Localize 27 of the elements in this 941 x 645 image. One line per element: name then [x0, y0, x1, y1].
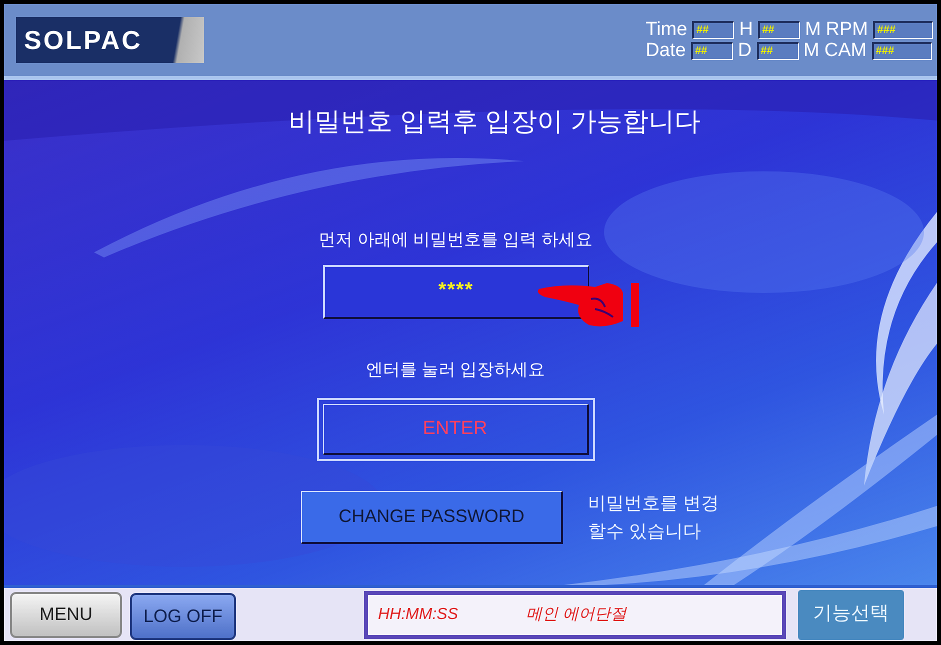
- readout-value: ##: [756, 42, 799, 60]
- readout-value: ###: [873, 20, 933, 38]
- page-title: 비밀번호 입력후 입장이 가능합니다: [288, 105, 700, 138]
- readout-label: RPM: [826, 20, 868, 40]
- readout-label: CAM: [824, 40, 867, 60]
- unit-label: M: [804, 40, 820, 60]
- status-time: HH:MM:SS: [378, 604, 458, 624]
- readout-value: ##: [692, 20, 734, 38]
- function-select-button[interactable]: 기능선택: [798, 590, 904, 640]
- unit-label: D: [738, 40, 752, 60]
- change-password-button[interactable]: CHANGE PASSWORD: [301, 490, 563, 544]
- status-message: 메인 에어단절: [526, 604, 626, 624]
- readout-value: ##: [758, 20, 800, 38]
- readout-label: Date: [646, 40, 686, 60]
- unit-label: M: [804, 20, 821, 40]
- logoff-button[interactable]: LOG OFF: [130, 592, 236, 640]
- menu-button[interactable]: MENU: [10, 592, 122, 638]
- password-prompt: 먼저 아래에 비밀번호를 입력 하세요: [318, 229, 592, 251]
- logo: SOLPAC: [24, 24, 142, 56]
- change-password-note: 비밀번호를 변경: [588, 492, 720, 515]
- unit-label: H: [739, 20, 753, 40]
- change-password-note: 할수 있습니다: [588, 520, 702, 543]
- readout-label: Time: [646, 20, 688, 40]
- password-field[interactable]: ****: [322, 264, 588, 318]
- enter-prompt: 엔터를 눌러 입장하세요: [366, 358, 546, 380]
- readout-value: ##: [690, 42, 733, 60]
- readout-value: ###: [872, 42, 932, 60]
